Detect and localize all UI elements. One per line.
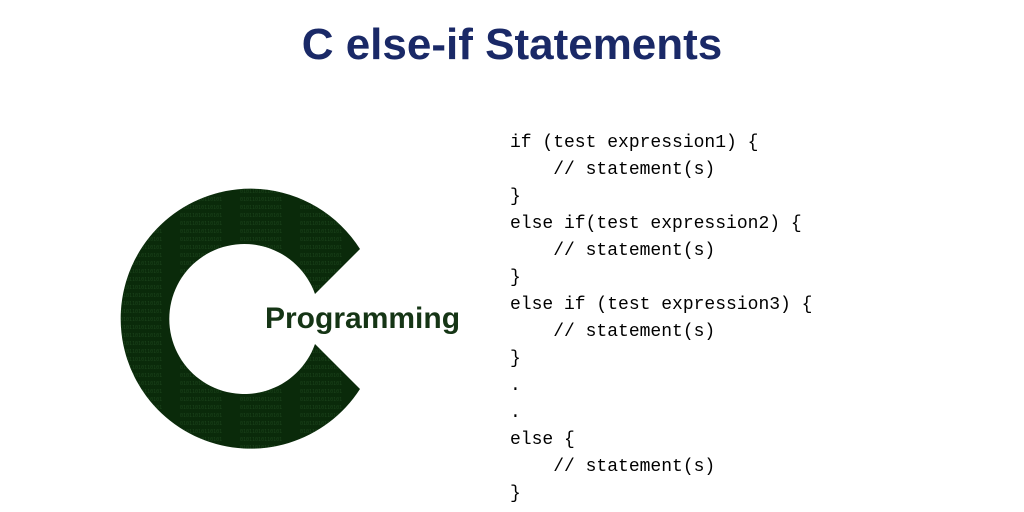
logo-section: 01011010110101 Programming (50, 100, 470, 508)
c-programming-logo: 01011010110101 Programming (120, 179, 400, 459)
page-title: C else-if Statements (0, 0, 1024, 100)
programming-text: Programming (265, 302, 460, 336)
code-section: if (test expression1) { // statement(s) … (510, 100, 974, 508)
code-block: if (test expression1) { // statement(s) … (510, 130, 974, 508)
content-area: 01011010110101 Programming if (test expr… (0, 100, 1024, 508)
